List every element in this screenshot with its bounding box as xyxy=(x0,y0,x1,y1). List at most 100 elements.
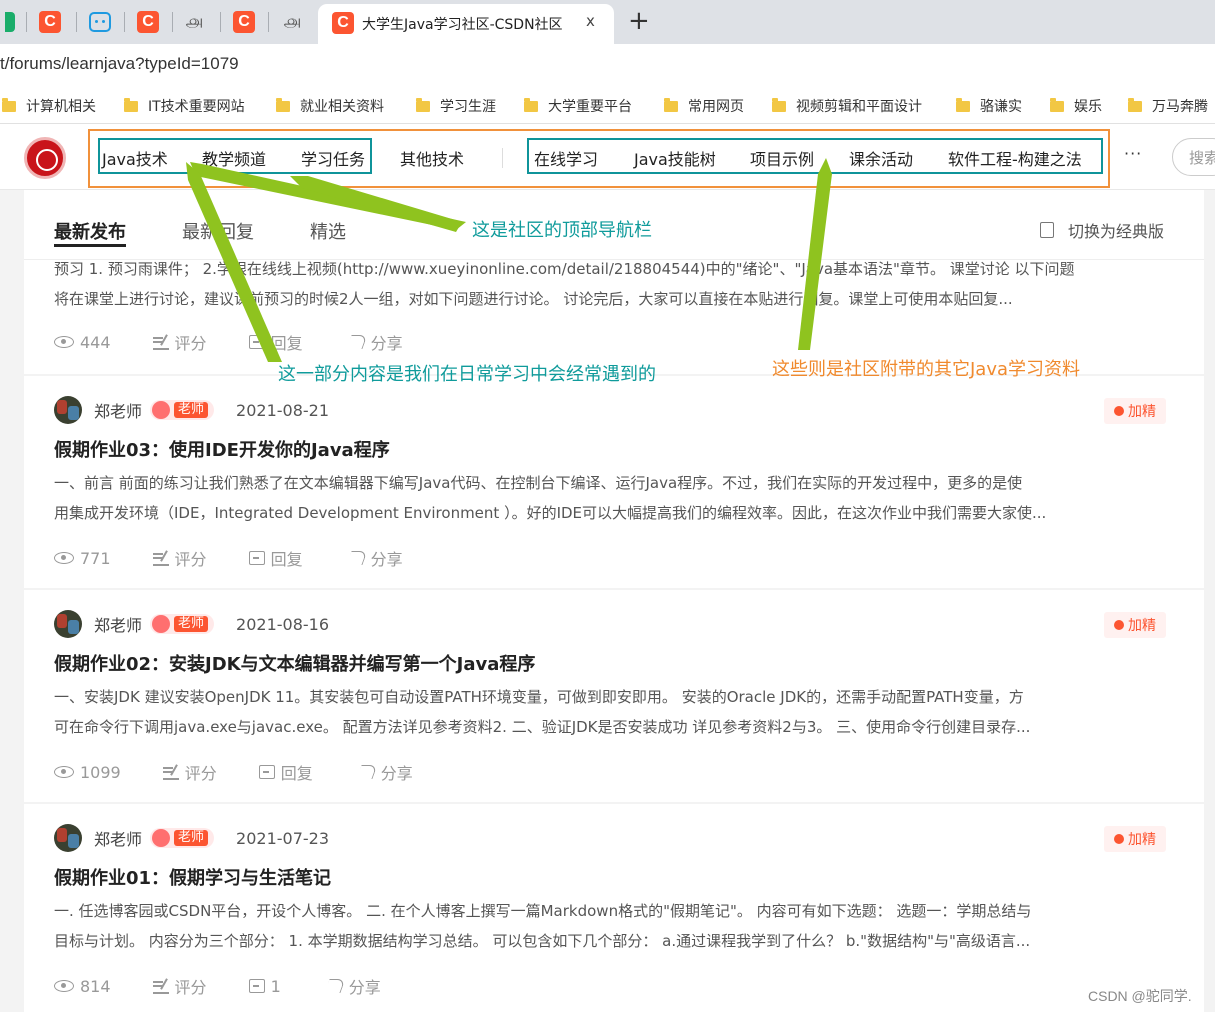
nav-item-projects[interactable]: 项目示例 xyxy=(750,146,814,170)
reply-button[interactable]: 回复 xyxy=(248,330,303,354)
csdn-tab-icon[interactable]: C xyxy=(134,8,162,36)
switch-classic-button[interactable]: 切换为经典版 xyxy=(1040,218,1164,242)
list-item[interactable]: 郑老师 老师 2021-08-21 加精 假期作业03：使用IDE开发你的Jav… xyxy=(24,376,1204,588)
share-button[interactable]: 分享 xyxy=(346,330,403,354)
post-excerpt: 一、前言 前面的练习让我们熟悉了在文本编辑器下编写Java代码、在控制台下编译、… xyxy=(54,474,1047,522)
rate-button[interactable]: 评分 xyxy=(152,330,207,354)
rate-icon xyxy=(152,334,169,350)
post-meta: 郑老师 老师 2021-07-23 xyxy=(54,824,329,852)
bookmark-folder[interactable]: 就业相关资料 xyxy=(276,96,384,116)
share-button[interactable]: 分享 xyxy=(356,760,413,784)
nav-item-online-learning[interactable]: 在线学习 xyxy=(534,146,598,170)
featured-icon xyxy=(1114,406,1124,416)
nav-item-skill-tree[interactable]: Java技能树 xyxy=(634,146,716,170)
share-button[interactable]: 分享 xyxy=(324,974,381,998)
share-button[interactable]: 分享 xyxy=(346,546,403,570)
avatar[interactable] xyxy=(54,824,82,852)
nav-item-activities[interactable]: 课余活动 xyxy=(849,146,913,170)
csdn-tab-icon[interactable]: C xyxy=(36,8,64,36)
active-tab[interactable]: C 大学生Java学习社区-CSDN社区 x xyxy=(318,4,614,44)
author-name[interactable]: 郑老师 xyxy=(94,826,142,850)
bookmark-folder[interactable]: 万马奔腾 xyxy=(1128,96,1208,116)
eye-icon xyxy=(54,980,74,992)
post-list: 最新发布 最新回复 精选 切换为经典版 预习 1. 预习雨课件； 2.学银在线线… xyxy=(24,190,1204,1012)
active-tab-underline xyxy=(54,244,126,247)
bookmark-folder[interactable]: 常用网页 xyxy=(664,96,744,116)
bookmark-folder[interactable]: IT技术重要网站 xyxy=(124,96,245,116)
bilibili-tab-icon[interactable] xyxy=(86,8,114,36)
featured-tag: 加精 xyxy=(1104,612,1166,638)
annotation-daily: 这一部分内容是我们在日常学习中会经常遇到的 xyxy=(278,364,656,385)
address-bar[interactable]: t/forums/learnjava?typeId=1079 xyxy=(0,44,1215,86)
tab-latest[interactable]: 最新发布 xyxy=(54,218,126,244)
nav-item-teaching[interactable]: 教学频道 xyxy=(202,146,266,170)
folder-icon xyxy=(1128,97,1142,112)
views-stat: 1099 xyxy=(54,763,121,782)
bookmark-folder[interactable]: 计算机相关 xyxy=(2,96,96,116)
rate-button[interactable]: 评分 xyxy=(162,760,217,784)
swirl-tab-icon[interactable]: ௮ xyxy=(180,8,208,36)
nav-item-java-tech[interactable]: Java技术 xyxy=(102,146,168,170)
watermark: CSDN @驼同学. xyxy=(1088,988,1192,1004)
search-input[interactable]: 搜索 xyxy=(1172,138,1215,176)
comment-icon xyxy=(248,551,265,565)
annotation-extra: 这些则是社区附带的其它Java学习资料 xyxy=(772,359,1081,380)
author-name[interactable]: 郑老师 xyxy=(94,612,142,636)
avatar[interactable] xyxy=(54,396,82,424)
new-tab-button[interactable]: + xyxy=(628,6,650,36)
author-name[interactable]: 郑老师 xyxy=(94,398,142,422)
tab-latest-reply[interactable]: 最新回复 xyxy=(182,218,254,244)
tab-separator xyxy=(220,12,221,32)
reply-button[interactable]: 1 xyxy=(248,977,281,996)
nav-item-other-tech[interactable]: 其他技术 xyxy=(400,146,464,170)
teacher-badge: 老师 xyxy=(150,400,215,420)
rate-button[interactable]: 评分 xyxy=(152,974,207,998)
bookmark-folder[interactable]: 学习生涯 xyxy=(416,96,496,116)
tab-separator xyxy=(76,12,77,32)
search-placeholder: 搜索 xyxy=(1189,149,1215,167)
list-item[interactable]: 郑老师 老师 2021-07-23 加精 假期作业01：假期学习与生活笔记 一.… xyxy=(24,804,1204,1012)
bookmark-folder[interactable]: 娱乐 xyxy=(1050,96,1102,116)
swirl-tab-icon[interactable]: ௮ xyxy=(278,8,306,36)
csdn-tab-icon[interactable]: C xyxy=(230,8,258,36)
post-date: 2021-07-23 xyxy=(236,828,330,848)
comment-icon xyxy=(248,335,265,349)
csdn-favicon-icon: C xyxy=(332,12,354,34)
site-header: Java技术 教学频道 学习任务 其他技术 在线学习 Java技能树 项目示例 … xyxy=(0,124,1215,190)
share-icon xyxy=(324,979,346,993)
teacher-badge: 老师 xyxy=(150,614,215,634)
post-meta: 郑老师 老师 2021-08-21 xyxy=(54,396,329,424)
sheets-tab-icon[interactable] xyxy=(0,8,24,36)
nav-item-software-eng[interactable]: 软件工程-构建之法 xyxy=(948,146,1082,170)
list-item[interactable]: 郑老师 老师 2021-08-16 加精 假期作业02：安装JDK与文本编辑器并… xyxy=(24,590,1204,802)
post-title[interactable]: 假期作业02：安装JDK与文本编辑器并编写第一个Java程序 xyxy=(54,650,535,676)
folder-icon xyxy=(524,97,538,112)
bookmark-folder[interactable]: 骆谦实 xyxy=(956,96,1022,116)
avatar[interactable] xyxy=(54,610,82,638)
bookmark-folder[interactable]: 大学重要平台 xyxy=(524,96,632,116)
post-meta: 郑老师 老师 2021-08-16 xyxy=(54,610,329,638)
post-title[interactable]: 假期作业03：使用IDE开发你的Java程序 xyxy=(54,436,390,462)
folder-icon xyxy=(276,97,290,112)
badge-icon xyxy=(152,615,171,633)
more-icon[interactable]: ··· xyxy=(1124,144,1142,163)
community-logo[interactable] xyxy=(24,137,66,179)
bookmark-folder[interactable]: 视频剪辑和平面设计 xyxy=(772,96,922,116)
featured-icon xyxy=(1114,834,1124,844)
reply-button[interactable]: 回复 xyxy=(248,546,303,570)
share-icon xyxy=(356,765,378,779)
featured-tag: 加精 xyxy=(1104,398,1166,424)
close-tab-icon[interactable]: x xyxy=(586,12,595,30)
post-title[interactable]: 假期作业01：假期学习与生活笔记 xyxy=(54,864,331,890)
tab-featured[interactable]: 精选 xyxy=(310,218,346,244)
comment-icon xyxy=(258,765,275,779)
reply-button[interactable]: 回复 xyxy=(258,760,313,784)
active-tab-title: 大学生Java学习社区-CSDN社区 xyxy=(362,17,563,33)
address-url[interactable]: t/forums/learnjava?typeId=1079 xyxy=(0,54,239,74)
rate-icon xyxy=(162,764,179,780)
folder-icon xyxy=(416,97,430,112)
rate-button[interactable]: 评分 xyxy=(152,546,207,570)
nav-item-tasks[interactable]: 学习任务 xyxy=(301,146,365,170)
post-excerpt: 一. 任选博客园或CSDN平台，开设个人博客。 二. 在个人博客上撰写一篇Mar… xyxy=(54,902,1032,950)
featured-icon xyxy=(1114,620,1124,630)
